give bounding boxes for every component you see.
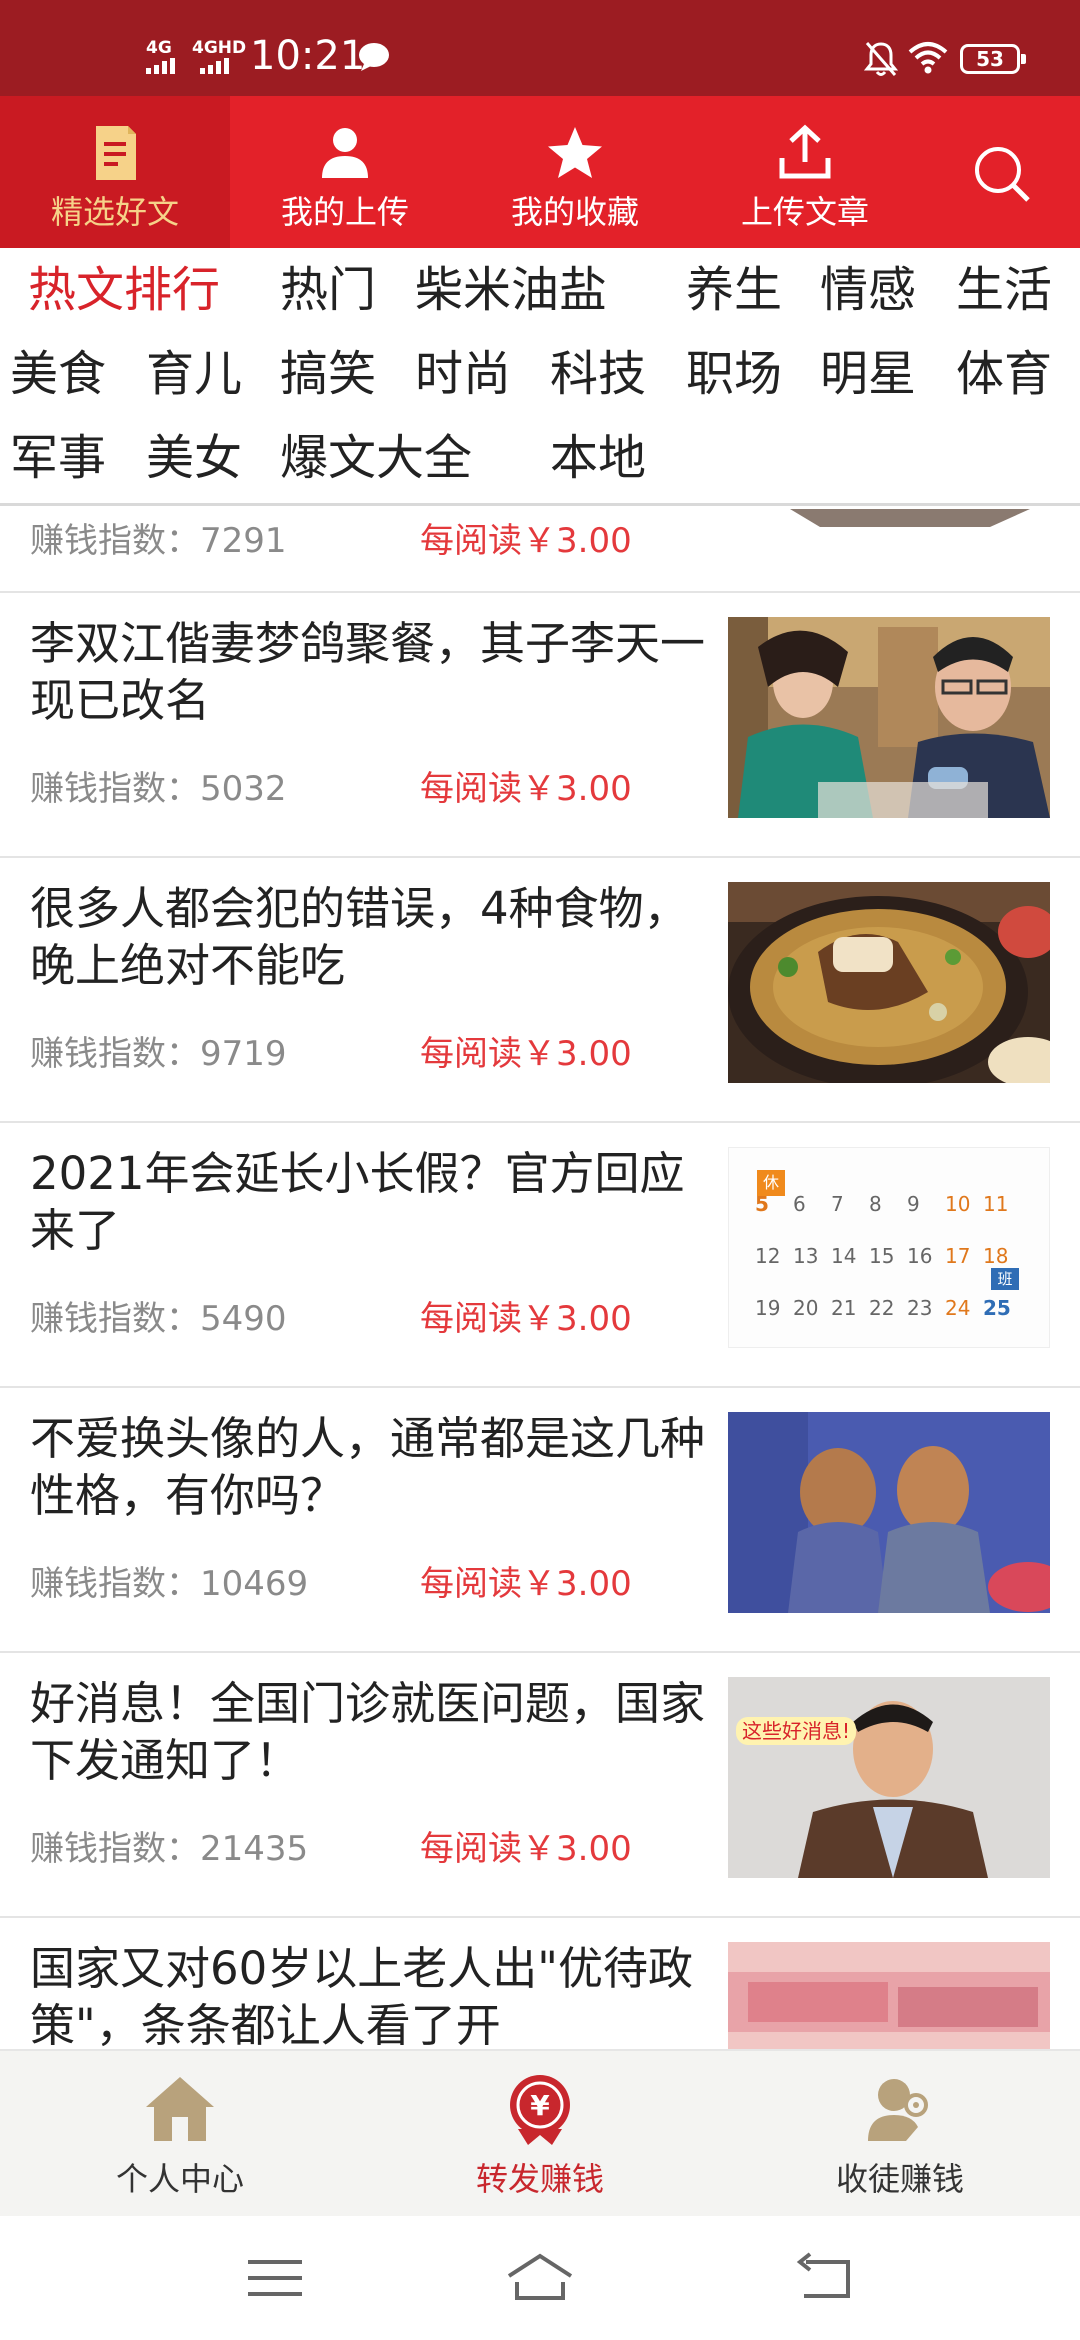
mute-bell-icon bbox=[864, 42, 898, 76]
category-hot-ranking[interactable]: 热文排行 bbox=[28, 260, 220, 320]
document-icon bbox=[96, 126, 136, 180]
back-icon[interactable] bbox=[790, 2248, 860, 2308]
article-title: 2021年会延长小长假？官方回应来了 bbox=[30, 1147, 685, 1257]
category-emotion[interactable]: 情感 bbox=[820, 260, 916, 320]
category-health[interactable]: 养生 bbox=[686, 260, 782, 320]
reward-per-read: 每阅读￥3.00 bbox=[420, 1829, 632, 1869]
category-life[interactable]: 生活 bbox=[956, 260, 1052, 320]
tab-my-uploads[interactable]: 我的上传 bbox=[230, 96, 460, 248]
list-item[interactable]: 好消息！全国门诊就医问题，国家下发通知了！ 赚钱指数：21435 每阅读￥3.0… bbox=[0, 1653, 1080, 1918]
wifi-icon bbox=[908, 42, 948, 74]
clock: 10:21 bbox=[250, 33, 366, 79]
bottom-tab-label: 收徒赚钱 bbox=[835, 2160, 964, 2198]
article-list: 赚钱指数：7291 每阅读￥3.00 李双江偕妻梦鸽聚餐，其子李天一现已改名 赚… bbox=[0, 509, 1080, 2049]
reward-per-read: 每阅读￥3.00 bbox=[420, 769, 632, 809]
category-food[interactable]: 美食 bbox=[10, 344, 106, 404]
category-fashion[interactable]: 时尚 bbox=[415, 344, 511, 404]
article-thumbnail bbox=[728, 1677, 1050, 1878]
thumbnail-remnant bbox=[790, 509, 1030, 527]
article-title: 不爱换头像的人，通常都是这几种性格，有你吗？ bbox=[30, 1412, 706, 1522]
category-tech[interactable]: 科技 bbox=[550, 344, 646, 404]
list-item[interactable]: 李双江偕妻梦鸽聚餐，其子李天一现已改名 赚钱指数：5032 每阅读￥3.00 bbox=[0, 593, 1080, 858]
home-nav-icon[interactable] bbox=[505, 2248, 575, 2308]
category-viral-articles[interactable]: 爆文大全 bbox=[280, 428, 472, 488]
calendar-thumbnail: 休 班 5 6 7 8 9 10 11 12 13 14 15 16 17 18 19 20 21 22 23 2… bbox=[728, 1147, 1050, 1348]
bottom-tab-bar: 个人中心 ¥ 转发赚钱 收徒赚钱 bbox=[0, 2049, 1080, 2216]
signal-icon-2 bbox=[200, 58, 229, 74]
signal-icon bbox=[146, 58, 175, 74]
earning-index: 赚钱指数：5490 bbox=[30, 1299, 287, 1339]
category-sports[interactable]: 体育 bbox=[956, 344, 1052, 404]
category-funny[interactable]: 搞笑 bbox=[280, 344, 376, 404]
reward-per-read: 每阅读￥3.00 bbox=[420, 1034, 632, 1074]
category-popular[interactable]: 热门 bbox=[280, 260, 376, 320]
tab-my-favorites[interactable]: 我的收藏 bbox=[460, 96, 690, 248]
network-4ghd-label: 4GHD bbox=[192, 38, 247, 58]
article-title: 国家又对60岁以上老人出"优待政策"，条条都让人看了开 bbox=[30, 1942, 693, 2049]
reward-per-read: 每阅读￥3.00 bbox=[420, 1564, 632, 1604]
earning-index: 赚钱指数：10469 bbox=[30, 1564, 309, 1604]
system-navigation-bar bbox=[0, 2216, 1080, 2340]
earning-index: 赚钱指数：7291 bbox=[30, 521, 287, 561]
star-icon bbox=[548, 127, 602, 178]
person-icon bbox=[322, 128, 368, 178]
article-title: 好消息！全国门诊就医问题，国家下发通知了！ bbox=[30, 1677, 706, 1787]
news-caption: 这些好消息! bbox=[736, 1717, 857, 1745]
category-beauty[interactable]: 美女 bbox=[146, 428, 242, 488]
list-item[interactable]: 2021年会延长小长假？官方回应来了 赚钱指数：5490 每阅读￥3.00 休 … bbox=[0, 1123, 1080, 1388]
category-grid: 热文排行 热门 柴米油盐 养生 情感 生活 美食 育儿 搞笑 时尚 科技 职场 … bbox=[0, 248, 1080, 506]
tab-personal-center[interactable]: 个人中心 bbox=[0, 2051, 360, 2218]
tab-share-earn[interactable]: ¥ 转发赚钱 bbox=[360, 2051, 720, 2218]
tab-upload-article[interactable]: 上传文章 bbox=[690, 96, 920, 248]
calendar-week-2: 12 13 14 15 16 17 18 bbox=[755, 1244, 1009, 1268]
tab-label: 我的上传 bbox=[280, 193, 409, 231]
menu-icon[interactable] bbox=[240, 2248, 310, 2308]
list-item[interactable]: 国家又对60岁以上老人出"优待政策"，条条都让人看了开 bbox=[0, 1918, 1080, 2049]
bottom-tab-label: 转发赚钱 bbox=[475, 2160, 604, 2198]
network-4g-label: 4G bbox=[146, 38, 172, 58]
article-thumbnail bbox=[728, 1942, 1050, 2049]
reward-per-read: 每阅读￥3.00 bbox=[420, 1299, 632, 1339]
home-icon bbox=[146, 2077, 214, 2141]
category-parenting[interactable]: 育儿 bbox=[146, 344, 242, 404]
search-icon[interactable] bbox=[970, 142, 1034, 206]
tab-recruit-earn[interactable]: 收徒赚钱 bbox=[720, 2051, 1080, 2218]
tab-featured-articles[interactable]: 精选好文 bbox=[0, 96, 230, 248]
article-title: 李双江偕妻梦鸽聚餐，其子李天一现已改名 bbox=[30, 617, 706, 727]
list-item[interactable]: 不爱换头像的人，通常都是这几种性格，有你吗？ 赚钱指数：10469 每阅读￥3.… bbox=[0, 1388, 1080, 1653]
status-bar: 4G 4GHD 10:21 53 bbox=[0, 0, 1080, 96]
upload-icon bbox=[779, 124, 831, 179]
battery-indicator: 53 bbox=[960, 44, 1026, 74]
tab-label: 精选好文 bbox=[50, 193, 179, 231]
list-item[interactable]: 很多人都会犯的错误，4种食物，晚上绝对不能吃 赚钱指数：9719 每阅读￥3.0… bbox=[0, 858, 1080, 1123]
calendar-week-1: 5 6 7 8 9 10 11 bbox=[755, 1192, 1009, 1216]
article-thumbnail bbox=[728, 617, 1050, 818]
list-item[interactable]: 赚钱指数：7291 每阅读￥3.00 bbox=[0, 509, 1080, 593]
category-military[interactable]: 军事 bbox=[10, 428, 106, 488]
earning-index: 赚钱指数：5032 bbox=[30, 769, 287, 809]
category-daily-life[interactable]: 柴米油盐 bbox=[415, 260, 607, 320]
earning-index: 赚钱指数：21435 bbox=[30, 1829, 309, 1869]
article-thumbnail bbox=[728, 1412, 1050, 1613]
category-celebrity[interactable]: 明星 bbox=[820, 344, 916, 404]
yuan-coin-icon: ¥ bbox=[510, 2075, 570, 2145]
tab-label: 上传文章 bbox=[740, 193, 869, 231]
category-local[interactable]: 本地 bbox=[550, 428, 646, 488]
bottom-tab-label: 个人中心 bbox=[115, 2160, 244, 2198]
article-title: 很多人都会犯的错误，4种食物，晚上绝对不能吃 bbox=[30, 882, 689, 992]
earning-index: 赚钱指数：9719 bbox=[30, 1034, 287, 1074]
user-add-icon bbox=[868, 2079, 928, 2141]
tab-label: 我的收藏 bbox=[510, 193, 639, 231]
top-tab-bar: 精选好文 我的上传 我的收藏 上传文章 bbox=[0, 96, 1080, 248]
category-workplace[interactable]: 职场 bbox=[686, 344, 782, 404]
reward-per-read: 每阅读￥3.00 bbox=[420, 521, 632, 561]
calendar-week-3: 19 20 21 22 23 24 25 bbox=[755, 1296, 1011, 1320]
svg-text:¥: ¥ bbox=[530, 2089, 550, 2122]
work-badge: 班 bbox=[991, 1268, 1019, 1290]
article-thumbnail bbox=[728, 882, 1050, 1083]
message-icon bbox=[359, 43, 389, 71]
